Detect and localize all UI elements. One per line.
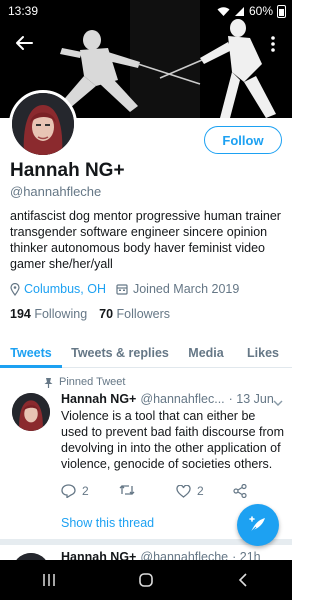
heart-icon	[176, 484, 191, 498]
system-nav-bar	[0, 560, 292, 600]
profile-meta: Columbus, OH Joined March 2019	[10, 282, 239, 296]
tab-tweets[interactable]: Tweets	[0, 338, 62, 368]
calendar-icon	[116, 284, 128, 295]
profile-tabs: Tweets Tweets & replies Media Likes	[0, 338, 292, 368]
tweet-actions: 2 2	[61, 484, 251, 502]
profile-bio: antifascist dog mentor progressive human…	[10, 209, 281, 271]
following-link[interactable]: 194 Following	[10, 307, 87, 321]
following-count: 194	[10, 307, 31, 321]
pin-icon	[44, 377, 53, 388]
compose-tweet-icon	[249, 516, 265, 533]
tweet-author-name[interactable]: Hannah NG+	[61, 392, 136, 406]
share-button[interactable]	[233, 484, 247, 498]
avatar-image	[12, 93, 74, 155]
tweet-avatar[interactable]	[12, 393, 50, 431]
followers-label: Followers	[116, 307, 171, 321]
tweet-date: · 13 Jun	[228, 392, 274, 406]
profile-name: Hannah NG+	[10, 160, 125, 181]
battery-icon	[277, 4, 286, 18]
follow-button[interactable]: Follow	[204, 126, 282, 154]
show-thread-link[interactable]: Show this thread	[61, 516, 154, 530]
chevron-down-icon	[273, 400, 283, 406]
compose-tweet-button[interactable]	[237, 504, 279, 546]
share-icon	[233, 484, 247, 498]
reply-icon	[61, 484, 76, 498]
retweet-button[interactable]	[119, 484, 135, 496]
tweet-header: Hannah NG+ @hannahflec... · 13 Jun	[61, 392, 286, 406]
tab-tweets-and-replies[interactable]: Tweets & replies	[62, 338, 178, 367]
more-options-button[interactable]	[264, 32, 282, 56]
system-back-button[interactable]	[223, 560, 263, 600]
home-button[interactable]	[126, 560, 166, 600]
reply-button[interactable]: 2	[61, 484, 89, 498]
tab-media[interactable]: Media	[178, 338, 234, 367]
pinned-indicator: Pinned Tweet	[44, 376, 125, 388]
recent-apps-button[interactable]	[29, 560, 69, 600]
status-time: 13:39	[8, 4, 39, 18]
status-bar: 13:39 60%	[0, 0, 292, 22]
wifi-icon	[217, 6, 230, 16]
reply-count: 2	[82, 484, 89, 498]
more-vertical-icon	[271, 36, 275, 52]
recent-apps-icon	[42, 574, 55, 586]
retweet-icon	[119, 485, 135, 495]
tweet-author-handle: @hannahflec...	[140, 392, 225, 406]
tab-likes[interactable]: Likes	[234, 338, 292, 367]
like-count: 2	[197, 484, 204, 498]
pinned-label: Pinned Tweet	[59, 376, 126, 388]
battery-percent: 60%	[248, 4, 273, 18]
tweet-text: Violence is a tool that can either be us…	[61, 409, 285, 471]
arrow-left-icon	[16, 36, 33, 50]
back-button[interactable]	[12, 32, 36, 54]
like-button[interactable]: 2	[176, 484, 204, 498]
signal-icon	[234, 6, 244, 16]
followers-count: 70	[99, 307, 114, 321]
following-label: Following	[34, 307, 88, 321]
chevron-left-icon	[239, 573, 247, 587]
profile-location[interactable]: Columbus, OH	[24, 282, 106, 296]
followers-link[interactable]: 70 Followers	[99, 307, 170, 321]
location-pin-icon	[10, 282, 20, 296]
profile-joined-date: Joined March 2019	[132, 282, 240, 296]
home-icon	[139, 573, 153, 587]
profile-counts: 194 Following 70 Followers	[10, 307, 170, 321]
profile-avatar[interactable]	[9, 90, 77, 158]
profile-handle: @hannahfleche	[10, 184, 102, 199]
tweet-avatar-image	[12, 393, 50, 431]
